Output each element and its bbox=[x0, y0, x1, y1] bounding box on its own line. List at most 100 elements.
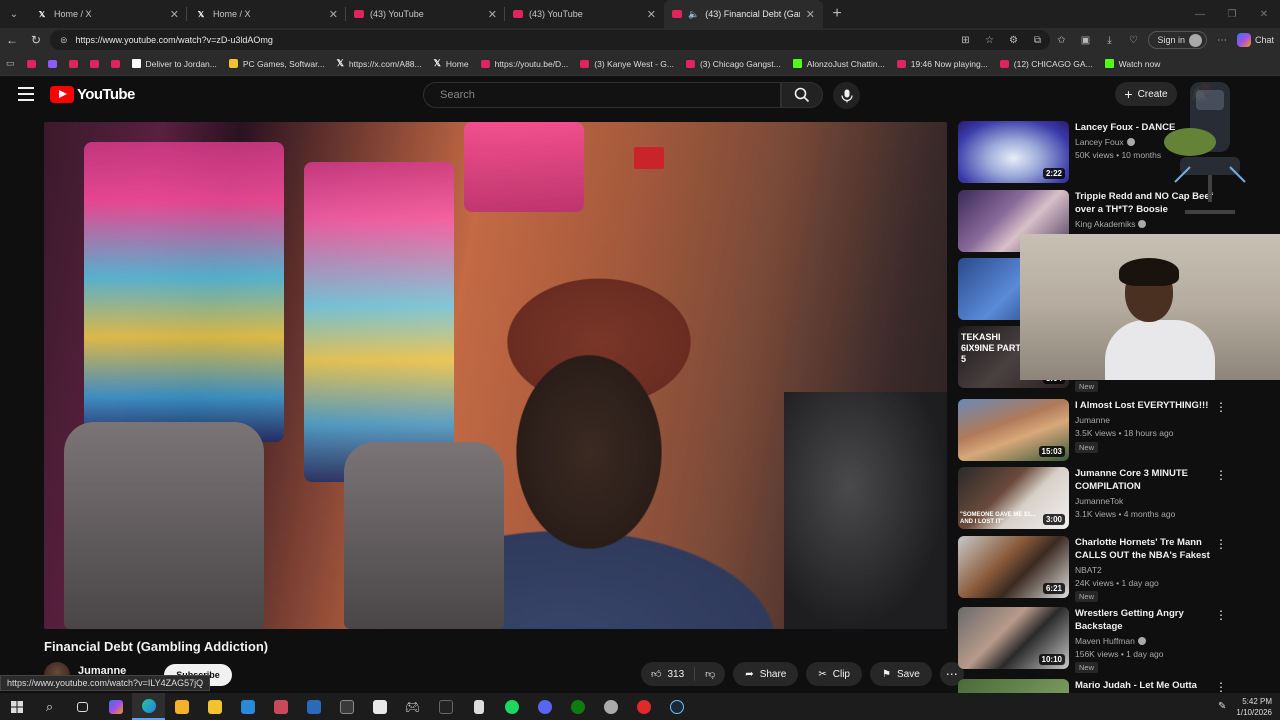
video-thumbnail[interactable]: 10:10 bbox=[958, 607, 1069, 669]
browser-tab[interactable]: 𝕏 Home / X ✕ bbox=[28, 0, 187, 28]
browser-tab[interactable]: 𝕏 Home / X ✕ bbox=[187, 0, 346, 28]
recommendation-title[interactable]: Charlotte Hornets' Tre Mann CALLS OUT th… bbox=[1075, 536, 1215, 563]
video-thumbnail[interactable]: "SOMEONE GAVE ME $1... AND I LOST IT" 3:… bbox=[958, 467, 1069, 529]
bookmark[interactable]: 𝕏https://x.com/A88... bbox=[337, 58, 422, 69]
recommendation-title[interactable]: Wrestlers Getting Angry Backstage bbox=[1075, 607, 1215, 633]
more-options-kebab-icon[interactable]: ⋮ bbox=[1215, 467, 1227, 483]
bookmark[interactable]: PC Games, Softwar... bbox=[228, 59, 325, 69]
app-icon[interactable] bbox=[429, 693, 462, 720]
search-button[interactable] bbox=[781, 82, 823, 108]
video-thumbnail[interactable] bbox=[958, 679, 1069, 693]
bookmark[interactable]: AlonzoJust Chattin... bbox=[792, 59, 885, 69]
recommendation-item[interactable]: 10:10 Wrestlers Getting Angry Backstage … bbox=[958, 607, 1258, 673]
more-options-kebab-icon[interactable]: ⋮ bbox=[1215, 536, 1227, 552]
file-explorer-icon[interactable] bbox=[198, 693, 231, 720]
video-player[interactable] bbox=[44, 122, 947, 629]
bookmark[interactable] bbox=[26, 59, 36, 68]
reading-view-icon[interactable]: ▭ bbox=[6, 58, 15, 69]
maximize-icon[interactable]: ❐ bbox=[1216, 0, 1248, 28]
performance-icon[interactable]: ♡ bbox=[1124, 31, 1142, 49]
recommendation-channel[interactable]: Maven Huffman bbox=[1075, 636, 1146, 646]
recommendation-item[interactable]: "SOMEONE GAVE ME $1... AND I LOST IT" 3:… bbox=[958, 467, 1258, 529]
bookmark[interactable]: (3) Kanye West - G... bbox=[580, 59, 674, 69]
discord-icon[interactable] bbox=[528, 693, 561, 720]
share-button[interactable]: ➦ Share bbox=[733, 662, 799, 686]
refresh-icon[interactable]: ↻ bbox=[24, 28, 48, 52]
close-window-icon[interactable]: ✕ bbox=[1248, 0, 1280, 28]
menu-hamburger-icon[interactable] bbox=[18, 87, 34, 101]
bookmark[interactable] bbox=[89, 59, 99, 68]
bookmark[interactable] bbox=[68, 59, 78, 68]
bookmark[interactable] bbox=[110, 59, 120, 68]
downloads-icon[interactable]: ⤓ bbox=[1100, 31, 1118, 49]
recommendation-item[interactable]: 6:21 Charlotte Hornets' Tre Mann CALLS O… bbox=[958, 536, 1258, 602]
browser-tab[interactable]: (43) YouTube ✕ bbox=[505, 0, 664, 28]
bookmark[interactable]: Watch now bbox=[1104, 59, 1160, 69]
recommendation-title[interactable]: Mario Judah - Let Me Outta bbox=[1075, 679, 1215, 692]
bookmark[interactable] bbox=[47, 59, 57, 68]
dislike-button[interactable]: 👎︎ bbox=[695, 662, 725, 686]
windows-start-icon[interactable] bbox=[0, 693, 33, 720]
sign-in-button[interactable]: Sign in bbox=[1148, 31, 1207, 49]
bookmark[interactable]: 𝕏 Home bbox=[434, 58, 469, 69]
app-icon[interactable] bbox=[363, 693, 396, 720]
site-info-icon[interactable]: ⊜ bbox=[60, 35, 68, 46]
tab-close-icon[interactable]: ✕ bbox=[329, 8, 338, 21]
recommendation-channel[interactable]: Jumanne bbox=[1075, 415, 1110, 425]
recommendation-title[interactable]: I Almost Lost EVERYTHING!!! bbox=[1075, 399, 1215, 412]
back-arrow-icon[interactable]: ← bbox=[0, 28, 24, 52]
recommendation-title[interactable]: Jumanne Core 3 MINUTE COMPILATION bbox=[1075, 467, 1215, 493]
bookmark[interactable]: https://youtu.be/D... bbox=[480, 59, 568, 69]
more-options-icon[interactable]: ⋯ bbox=[1213, 31, 1231, 49]
bookmark[interactable]: (3) Chicago Gangst... bbox=[685, 59, 781, 69]
search-input[interactable]: Search bbox=[423, 82, 781, 108]
more-options-kebab-icon[interactable]: ⋮ bbox=[1215, 607, 1227, 623]
extensions-icon[interactable]: ⚙ bbox=[1004, 31, 1022, 49]
recommendation-channel[interactable]: NBAT2 bbox=[1075, 565, 1102, 575]
like-button[interactable]: 👍︎ 313 bbox=[641, 662, 694, 686]
pen-icon[interactable]: ✎ bbox=[1218, 701, 1226, 712]
app-icon[interactable] bbox=[297, 693, 330, 720]
new-tab-plus-icon[interactable]: + bbox=[823, 5, 851, 23]
favorite-star-icon[interactable]: ☆ bbox=[980, 31, 998, 49]
edge-browser-icon[interactable] bbox=[132, 693, 165, 720]
save-button[interactable]: ⚑ Save bbox=[870, 662, 932, 686]
app-available-icon[interactable]: ⊞ bbox=[956, 31, 974, 49]
app-icon[interactable] bbox=[627, 693, 660, 720]
minimize-icon[interactable]: — bbox=[1184, 0, 1216, 28]
microsoft-store-icon[interactable] bbox=[165, 693, 198, 720]
tab-close-icon[interactable]: ✕ bbox=[647, 8, 656, 21]
speaker-icon[interactable]: 🔈 bbox=[688, 9, 699, 20]
more-options-kebab-icon[interactable]: ⋮ bbox=[1215, 679, 1227, 693]
youtube-logo[interactable]: YouTube bbox=[50, 86, 135, 103]
address-bar[interactable]: ⊜ https://www.youtube.com/watch?v=zD-u3l… bbox=[50, 30, 1050, 50]
steam-icon[interactable] bbox=[660, 693, 693, 720]
xbox-icon[interactable] bbox=[561, 693, 594, 720]
browser-tab-active[interactable]: 🔈 (43) Financial Debt (Gambling ✕ bbox=[664, 0, 823, 28]
recommendation-channel[interactable]: JumanneTok bbox=[1075, 496, 1123, 506]
app-icon[interactable] bbox=[594, 693, 627, 720]
collections-icon[interactable]: ▣ bbox=[1076, 31, 1094, 49]
video-thumbnail[interactable]: 2:22 bbox=[958, 121, 1069, 183]
recommendation-item[interactable]: Mario Judah - Let Me Outta ⋮ bbox=[958, 679, 1258, 693]
copilot-chat-button[interactable]: Chat bbox=[1236, 33, 1274, 47]
more-options-kebab-icon[interactable]: ⋮ bbox=[1215, 399, 1227, 415]
favorites-icon[interactable]: ✩ bbox=[1052, 31, 1070, 49]
tab-actions-chevron-icon[interactable]: ⌄ bbox=[0, 0, 28, 28]
bookmark[interactable]: (12) CHICAGO GA... bbox=[999, 59, 1093, 69]
video-thumbnail[interactable]: 6:21 bbox=[958, 536, 1069, 598]
mail-icon[interactable] bbox=[231, 693, 264, 720]
app-icon[interactable] bbox=[264, 693, 297, 720]
tab-close-icon[interactable]: ✕ bbox=[170, 8, 179, 21]
bookmark[interactable]: Deliver to Jordan... bbox=[131, 59, 217, 69]
tab-close-icon[interactable]: ✕ bbox=[806, 8, 815, 21]
xbox-controller-icon[interactable]: 🎮︎ bbox=[396, 693, 429, 720]
recommendation-item[interactable]: 15:03 I Almost Lost EVERYTHING!!! Jumann… bbox=[958, 399, 1258, 461]
spotify-icon[interactable] bbox=[495, 693, 528, 720]
search-icon[interactable]: ⌕ bbox=[33, 693, 66, 720]
app-icon[interactable] bbox=[330, 693, 363, 720]
split-screen-icon[interactable]: ⧉ bbox=[1028, 31, 1046, 49]
document-icon[interactable] bbox=[462, 693, 495, 720]
task-view-icon[interactable] bbox=[66, 693, 99, 720]
recommendation-channel[interactable]: King Akademiks bbox=[1075, 219, 1147, 229]
